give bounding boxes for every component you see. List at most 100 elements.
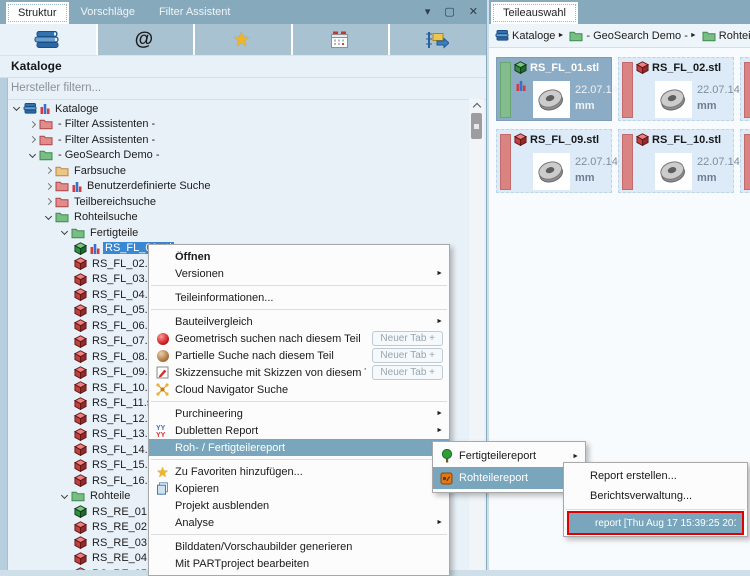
menu-item-icon-cell — [153, 349, 175, 362]
collapse-chevron-icon[interactable] — [58, 495, 71, 498]
toolbar-favorites-button[interactable]: ★ — [195, 24, 291, 55]
menu-item-mit-partproject-bearbeiten[interactable]: Mit PARTproject bearbeiten — [149, 555, 449, 572]
tree-item-benutzerdefinierte-suche[interactable]: Benutzerdefinierte Suche — [8, 179, 469, 195]
washer-icon — [656, 155, 689, 188]
menu-item-label: Geometrisch suchen nach diesem Teil — [175, 332, 361, 345]
menu-item-icon-cell — [153, 482, 175, 495]
washer-icon — [534, 83, 567, 116]
tree-item-filter-assistenten[interactable]: - Filter Assistenten - — [8, 117, 469, 133]
cube-red-icon — [636, 61, 649, 74]
tree-item-kataloge[interactable]: Kataloge — [8, 101, 469, 117]
application: Struktur Vorschläge Filter Assistent ▾ ▢ ✕ @… — [0, 0, 750, 576]
part-card-partial[interactable] — [740, 129, 750, 193]
part-card-partial[interactable] — [740, 57, 750, 121]
collapse-chevron-icon[interactable] — [10, 107, 23, 110]
toolbar-calendar-button[interactable] — [292, 24, 389, 55]
menu-item-teileinformationen[interactable]: Teileinformationen... — [149, 289, 449, 306]
folder-green-icon — [39, 149, 53, 161]
status-bar — [622, 134, 633, 190]
books-icon — [495, 30, 509, 41]
collapse-chevron-icon[interactable] — [58, 231, 71, 234]
tab-struktur[interactable]: Struktur — [6, 2, 69, 24]
scrollbar-thumb[interactable] — [471, 113, 482, 139]
expand-chevron-icon[interactable] — [42, 184, 55, 189]
folder-red-icon — [39, 134, 53, 146]
tab-filter-assistent[interactable]: Filter Assistent — [147, 0, 243, 24]
menu-item-zu-favoriten-hinzuf-gen[interactable]: ★ Zu Favoriten hinzufügen... — [149, 463, 449, 480]
tree-item-farbsuche[interactable]: Farbsuche — [8, 163, 469, 179]
neuer-tab-button[interactable]: Neuer Tab + — [372, 348, 443, 363]
menu-item-kopieren[interactable]: Kopieren — [149, 480, 449, 497]
expand-chevron-icon[interactable] — [26, 122, 39, 127]
tree-item-label: Kataloge — [55, 102, 99, 115]
breadcrumb-item-kataloge[interactable]: Kataloge ► — [495, 30, 569, 42]
chart-icon — [40, 103, 50, 115]
toolbar-at-button[interactable]: @ — [97, 24, 194, 55]
breadcrumb-item-rohteilsuche[interactable]: Rohteilsuche► — [702, 30, 750, 42]
tab-vorschl-ge[interactable]: Vorschläge — [69, 0, 147, 24]
part-card-rs-fl-09-stl[interactable]: RS_FL_09.stl 22.07.14 mm — [496, 129, 618, 193]
menu-item-versionen[interactable]: Versionen ► — [149, 265, 449, 282]
part-name-label: RS_FL_10.stl — [652, 133, 722, 146]
menu-item-dubletten-report[interactable]: YY YY Dubletten Report ► — [149, 422, 449, 439]
menu-item-label: Öffnen — [175, 250, 211, 263]
part-name: RS_FL_09.stl — [514, 133, 599, 146]
folder-tan-icon — [55, 165, 69, 177]
tree-item-fertigteile[interactable]: Fertigteile — [8, 225, 469, 241]
part-card-rs-fl-02-stl[interactable]: RS_FL_02.stl 22.07.14 mm — [618, 57, 740, 121]
tab-teileauswahl[interactable]: Teileauswahl — [491, 2, 578, 24]
cube-red-icon — [636, 133, 649, 146]
close-window-button[interactable]: ✕ — [469, 0, 478, 24]
toolbar-catalogs-button[interactable] — [0, 24, 96, 55]
status-bar — [744, 62, 750, 118]
tree-item-rohteilsuche[interactable]: Rohteilsuche — [8, 210, 469, 226]
calendar-icon — [330, 31, 349, 49]
cube-red-icon — [74, 427, 87, 441]
menu-item-roh-fertigteilereport[interactable]: Roh- / Fertigteilereport► — [149, 439, 449, 456]
menu-item-partielle-suche-nach-diesem-teil[interactable]: Partielle Suche nach diesem Teil Neuer Ta… — [149, 347, 449, 364]
menu-window-button[interactable]: ▾ — [425, 0, 431, 24]
tree-item-geosearch-demo[interactable]: - GeoSearch Demo - — [8, 148, 469, 164]
copy-icon — [156, 482, 169, 495]
menu-item-report-thu-aug-17-15-39-25-2017[interactable]: report [Thu Aug 17 15:39:25 2017] — [567, 511, 744, 535]
menu-item-report-erstellen[interactable]: Report erstellen... — [564, 466, 747, 486]
toolbar-history-button[interactable] — [390, 24, 486, 55]
manufacturer-filter-input[interactable]: Hersteller filtern... — [0, 78, 486, 100]
chart-icon — [72, 181, 82, 192]
expand-chevron-icon[interactable] — [26, 137, 39, 142]
breadcrumb-item-geosearch-demo[interactable]: - GeoSearch Demo - ► — [569, 30, 701, 42]
expand-chevron-icon[interactable] — [42, 199, 55, 204]
menu-item-label: Dubletten Report — [175, 424, 259, 437]
cube-green-icon — [514, 61, 527, 74]
tree-item-teilbereichsuche[interactable]: Teilbereichsuche — [8, 194, 469, 210]
scroll-up-icon[interactable] — [469, 99, 484, 111]
part-date: 22.07.14 — [697, 84, 740, 96]
menu-item-ffnen[interactable]: Öffnen — [149, 248, 449, 265]
expand-chevron-icon[interactable] — [42, 168, 55, 173]
status-bar — [622, 62, 633, 118]
menu-item-skizzensuche-mit-skizzen-von-diesem-teil[interactable]: Skizzensuche mit Skizzen von diesem Teil… — [149, 364, 449, 381]
part-card-rs-fl-10-stl[interactable]: RS_FL_10.stl 22.07.14 mm — [618, 129, 740, 193]
part-card-rs-fl-01-stl[interactable]: RS_FL_01.stl 22.07.14 mm — [496, 57, 618, 121]
folder-red-icon — [55, 180, 69, 192]
menu-item-projekt-ausblenden[interactable]: Projekt ausblenden — [149, 497, 449, 514]
submenu-arrow-icon: ► — [572, 452, 579, 460]
neuer-tab-button[interactable]: Neuer Tab + — [372, 331, 443, 346]
menu-item-berichtsverwaltung[interactable]: Berichtsverwaltung... — [564, 486, 747, 506]
neuer-tab-button[interactable]: Neuer Tab + — [372, 365, 443, 380]
menu-item-bilddaten-vorschaubilder-generieren[interactable]: Bilddaten/Vorschaubilder generieren — [149, 538, 449, 555]
maximize-window-button[interactable]: ▢ — [444, 0, 454, 24]
cube-red-icon — [74, 520, 87, 534]
dubletten-icon: YY YY — [156, 424, 170, 437]
collapse-chevron-icon[interactable] — [42, 216, 55, 219]
menu-item-analyse[interactable]: Analyse ► — [149, 514, 449, 531]
menu-item-bauteilvergleich[interactable]: Bauteilvergleich ► — [149, 313, 449, 330]
folder-red-icon — [39, 118, 53, 130]
tree-item-filter-assistenten[interactable]: - Filter Assistenten - — [8, 132, 469, 148]
menu-item-geometrisch-suchen-nach-diesem-teil[interactable]: Geometrisch suchen nach diesem Teil Neuer… — [149, 330, 449, 347]
menu-item-purchineering[interactable]: Purchineering ► — [149, 405, 449, 422]
menu-item-cloud-navigator-suche[interactable]: Cloud Navigator Suche — [149, 381, 449, 398]
tree-scrollbar[interactable] — [469, 99, 484, 570]
breadcrumb: Kataloge►- GeoSearch Demo -►Rohteilsuche… — [489, 24, 750, 48]
collapse-chevron-icon[interactable] — [26, 154, 39, 157]
